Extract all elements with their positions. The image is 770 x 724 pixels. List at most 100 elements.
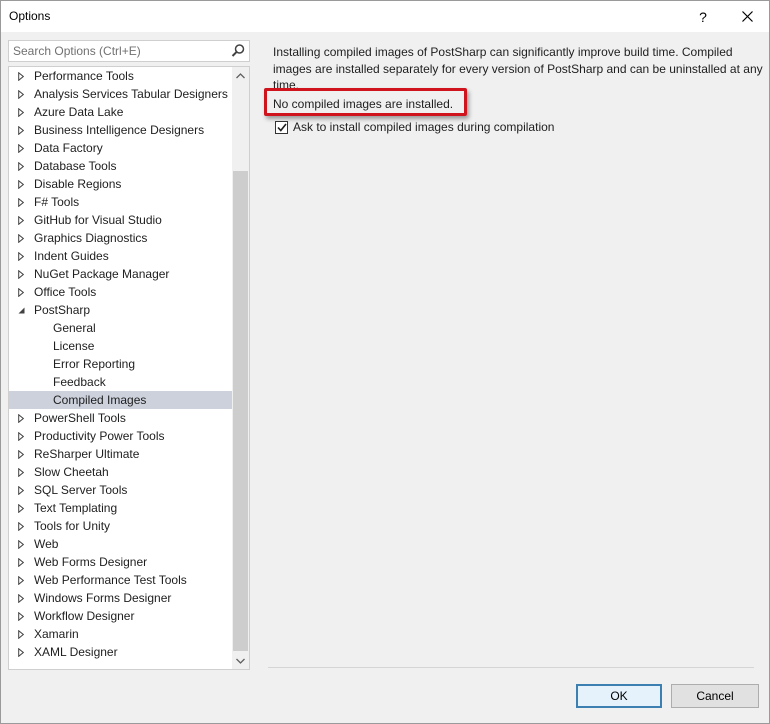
- tree-item[interactable]: Azure Data Lake: [9, 103, 232, 121]
- close-button[interactable]: [725, 1, 769, 32]
- chevron-down-icon: [236, 658, 245, 664]
- collapsed-triangle-icon[interactable]: [16, 229, 26, 247]
- tree-item[interactable]: SQL Server Tools: [9, 481, 232, 499]
- tree-item[interactable]: Data Factory: [9, 139, 232, 157]
- collapsed-triangle-icon[interactable]: [16, 589, 26, 607]
- tree-item-label: Web Performance Test Tools: [34, 573, 187, 587]
- ask-install-checkbox[interactable]: [275, 120, 288, 134]
- checkmark-icon: [276, 123, 287, 132]
- collapsed-triangle-icon[interactable]: [16, 463, 26, 481]
- collapsed-triangle-icon[interactable]: [16, 175, 26, 193]
- tree-item[interactable]: Web Performance Test Tools: [9, 571, 232, 589]
- tree-item[interactable]: Analysis Services Tabular Designers: [9, 85, 232, 103]
- tree-item-label: Performance Tools: [34, 69, 134, 83]
- tree-scrollbar[interactable]: [232, 67, 249, 669]
- tree-item-label: Azure Data Lake: [34, 105, 124, 119]
- tree-item-label: Error Reporting: [53, 357, 136, 371]
- tree-item[interactable]: Xamarin: [9, 625, 232, 643]
- tree-item-label: Analysis Services Tabular Designers: [34, 87, 228, 101]
- collapsed-triangle-icon[interactable]: [16, 445, 26, 463]
- tree-item[interactable]: F# Tools: [9, 193, 232, 211]
- collapsed-triangle-icon[interactable]: [16, 481, 26, 499]
- scroll-up-button[interactable]: [232, 67, 249, 84]
- tree-item[interactable]: Error Reporting: [9, 355, 232, 373]
- collapsed-triangle-icon[interactable]: [16, 247, 26, 265]
- tree-item[interactable]: Database Tools: [9, 157, 232, 175]
- expanded-triangle-icon[interactable]: [16, 301, 26, 319]
- tree-item[interactable]: Compiled Images: [9, 391, 232, 409]
- ask-install-option[interactable]: Ask to install compiled images during co…: [275, 119, 554, 135]
- tree-item-label: ReSharper Ultimate: [34, 447, 140, 461]
- search-icon[interactable]: [230, 43, 246, 59]
- collapsed-triangle-icon[interactable]: [16, 283, 26, 301]
- tree-item[interactable]: Indent Guides: [9, 247, 232, 265]
- collapsed-triangle-icon[interactable]: [16, 643, 26, 661]
- tree-item[interactable]: Windows Forms Designer: [9, 589, 232, 607]
- tree-item[interactable]: Tools for Unity: [9, 517, 232, 535]
- collapsed-triangle-icon[interactable]: [16, 157, 26, 175]
- tree-item-label: Business Intelligence Designers: [34, 123, 205, 137]
- search-options-box[interactable]: [8, 40, 250, 62]
- tree-item[interactable]: GitHub for Visual Studio: [9, 211, 232, 229]
- tree-item[interactable]: Performance Tools: [9, 67, 232, 85]
- tree-item[interactable]: Web: [9, 535, 232, 553]
- tree-item-label: Productivity Power Tools: [34, 429, 165, 443]
- tree-item[interactable]: Productivity Power Tools: [9, 427, 232, 445]
- collapsed-triangle-icon[interactable]: [16, 535, 26, 553]
- tree-item[interactable]: General: [9, 319, 232, 337]
- tree-item[interactable]: Feedback: [9, 373, 232, 391]
- ok-button[interactable]: OK: [576, 684, 662, 708]
- tree-item[interactable]: Disable Regions: [9, 175, 232, 193]
- collapsed-triangle-icon[interactable]: [16, 607, 26, 625]
- collapsed-triangle-icon[interactable]: [16, 139, 26, 157]
- tree-item-label: Database Tools: [34, 159, 117, 173]
- collapsed-triangle-icon[interactable]: [16, 121, 26, 139]
- collapsed-triangle-icon[interactable]: [16, 193, 26, 211]
- tree-item-label: Slow Cheetah: [34, 465, 109, 479]
- tree-item[interactable]: ReSharper Ultimate: [9, 445, 232, 463]
- tree-list: Performance Tools Analysis Services Tabul…: [9, 67, 232, 661]
- collapsed-triangle-icon[interactable]: [16, 517, 26, 535]
- tree-item[interactable]: Business Intelligence Designers: [9, 121, 232, 139]
- tree-item-label: Data Factory: [34, 141, 103, 155]
- collapsed-triangle-icon[interactable]: [16, 67, 26, 85]
- tree-item-label: Workflow Designer: [34, 609, 135, 623]
- collapsed-triangle-icon[interactable]: [16, 553, 26, 571]
- tree-item-label: Office Tools: [34, 285, 97, 299]
- tree-item-label: Web Forms Designer: [34, 555, 148, 569]
- collapsed-triangle-icon[interactable]: [16, 211, 26, 229]
- tree-item[interactable]: Slow Cheetah: [9, 463, 232, 481]
- collapsed-triangle-icon[interactable]: [16, 571, 26, 589]
- tree-item-label: Graphics Diagnostics: [34, 231, 148, 245]
- tree-item-label: Windows Forms Designer: [34, 591, 172, 605]
- tree-item-label: Tools for Unity: [34, 519, 111, 533]
- options-tree: Performance Tools Analysis Services Tabul…: [8, 66, 250, 670]
- help-button[interactable]: ?: [681, 1, 725, 32]
- tree-item[interactable]: Text Templating: [9, 499, 232, 517]
- tree-item[interactable]: NuGet Package Manager: [9, 265, 232, 283]
- tree-item[interactable]: XAML Designer: [9, 643, 232, 661]
- tree-item[interactable]: Graphics Diagnostics: [9, 229, 232, 247]
- footer-divider: [268, 667, 754, 668]
- scroll-down-button[interactable]: [232, 652, 249, 669]
- tree-item[interactable]: Web Forms Designer: [9, 553, 232, 571]
- tree-item[interactable]: Office Tools: [9, 283, 232, 301]
- tree-item-label: Text Templating: [34, 501, 118, 515]
- cancel-button[interactable]: Cancel: [671, 684, 759, 708]
- collapsed-triangle-icon[interactable]: [16, 103, 26, 121]
- tree-item[interactable]: Workflow Designer: [9, 607, 232, 625]
- tree-item-label: GitHub for Visual Studio: [34, 213, 162, 227]
- collapsed-triangle-icon[interactable]: [16, 85, 26, 103]
- collapsed-triangle-icon[interactable]: [16, 427, 26, 445]
- tree-item[interactable]: License: [9, 337, 232, 355]
- tree-item[interactable]: PostSharp: [9, 301, 232, 319]
- collapsed-triangle-icon[interactable]: [16, 499, 26, 517]
- tree-item[interactable]: PowerShell Tools: [9, 409, 232, 427]
- window-title: Options: [9, 9, 51, 23]
- collapsed-triangle-icon[interactable]: [16, 409, 26, 427]
- collapsed-triangle-icon[interactable]: [16, 265, 26, 283]
- scrollbar-thumb[interactable]: [233, 171, 248, 651]
- search-input[interactable]: [13, 43, 223, 59]
- collapsed-triangle-icon[interactable]: [16, 625, 26, 643]
- compiled-images-status: No compiled images are installed.: [273, 97, 454, 111]
